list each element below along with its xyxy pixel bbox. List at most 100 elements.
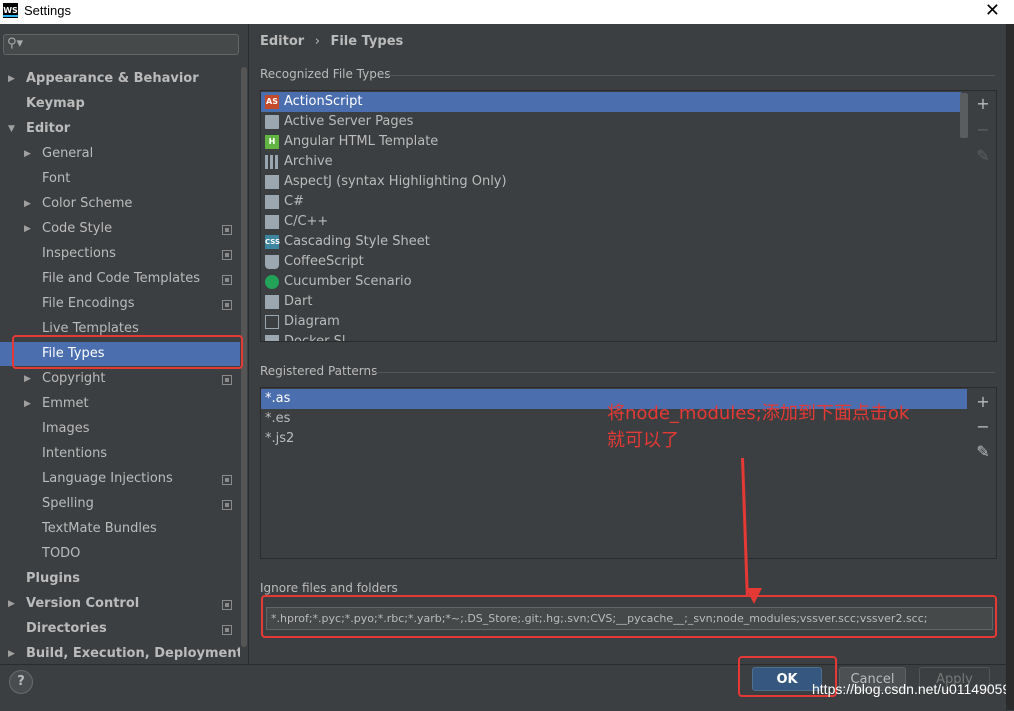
list-item[interactable]: H Angular HTML Template bbox=[261, 132, 961, 152]
sidebar-item-label: Directories bbox=[26, 621, 107, 636]
sidebar-item-editor[interactable]: ▼ Editor bbox=[0, 117, 240, 141]
sidebar-item-inspections[interactable]: Inspections bbox=[0, 242, 240, 266]
file-type-label: Active Server Pages bbox=[284, 114, 414, 129]
file-type-label: ActionScript bbox=[284, 94, 363, 109]
add-icon[interactable]: + bbox=[974, 392, 992, 411]
divider bbox=[385, 75, 995, 76]
remove-icon[interactable]: − bbox=[974, 417, 992, 436]
list-item[interactable]: C/C++ bbox=[261, 212, 961, 232]
chevron-right-icon: ▶ bbox=[24, 199, 31, 209]
diagram-icon bbox=[265, 315, 279, 329]
chevron-right-icon: ▶ bbox=[24, 399, 31, 409]
list-item[interactable]: C# bbox=[261, 192, 961, 212]
sidebar-item-copyright[interactable]: ▶ Copyright bbox=[0, 367, 240, 391]
file-type-label: Docker Sl... bbox=[284, 334, 358, 342]
sidebar-item-file-code-templates[interactable]: File and Code Templates bbox=[0, 267, 240, 291]
sidebar-item-general[interactable]: ▶ General bbox=[0, 142, 240, 166]
sidebar-item-spelling[interactable]: Spelling bbox=[0, 492, 240, 516]
sidebar-item-label: Build, Execution, Deployment bbox=[26, 646, 240, 661]
sidebar-item-images[interactable]: Images bbox=[0, 417, 240, 441]
coffeescript-icon bbox=[265, 255, 279, 269]
edit-icon[interactable]: ✎ bbox=[974, 146, 992, 165]
sidebar-item-label: Language Injections bbox=[42, 471, 173, 486]
list-item[interactable]: CSS Cascading Style Sheet bbox=[261, 232, 961, 252]
list-item[interactable]: Archive bbox=[261, 152, 961, 172]
file-icon bbox=[265, 115, 279, 129]
recognized-file-types-list[interactable]: AS ActionScript Active Server Pages H An… bbox=[260, 90, 997, 342]
sidebar-item-label: File and Code Templates bbox=[42, 271, 200, 286]
breadcrumb: Editor › File Types bbox=[260, 34, 403, 49]
project-settings-icon bbox=[222, 475, 232, 485]
webstorm-logo-icon: WS bbox=[3, 3, 18, 18]
file-type-label: Angular HTML Template bbox=[284, 134, 439, 149]
file-type-label: Diagram bbox=[284, 314, 340, 329]
file-type-label: C/C++ bbox=[284, 214, 329, 229]
sidebar-item-label: Spelling bbox=[42, 496, 94, 511]
sidebar-item-emmet[interactable]: ▶ Emmet bbox=[0, 392, 240, 416]
sidebar-item-label: General bbox=[42, 146, 94, 161]
help-button[interactable]: ? bbox=[9, 670, 33, 694]
sidebar-item-color-scheme[interactable]: ▶ Color Scheme bbox=[0, 192, 240, 216]
add-icon[interactable]: + bbox=[974, 94, 992, 113]
annotation-text: 将node_modules;添加到下面点击ok 就可以了 bbox=[607, 400, 967, 454]
sidebar-item-keymap[interactable]: Keymap bbox=[0, 92, 240, 116]
list-item[interactable]: Cucumber Scenario bbox=[261, 272, 961, 292]
sidebar-item-label: Images bbox=[42, 421, 90, 436]
sidebar-item-appearance[interactable]: ▶ Appearance & Behavior bbox=[0, 67, 240, 91]
sidebar-item-label: Copyright bbox=[42, 371, 106, 386]
chevron-right-icon: ▶ bbox=[24, 224, 31, 234]
sidebar-item-label: Plugins bbox=[26, 571, 80, 586]
file-icon bbox=[265, 195, 279, 209]
list-item[interactable]: AspectJ (syntax Highlighting Only) bbox=[261, 172, 961, 192]
sidebar-item-label: Code Style bbox=[42, 221, 113, 236]
list-item[interactable]: Dart bbox=[261, 292, 961, 312]
window-edge bbox=[1006, 24, 1014, 710]
sidebar-item-code-style[interactable]: ▶ Code Style bbox=[0, 217, 240, 241]
sidebar-item-label: Intentions bbox=[42, 446, 108, 461]
sidebar-item-intentions[interactable]: Intentions bbox=[0, 442, 240, 466]
edit-icon[interactable]: ✎ bbox=[974, 442, 992, 461]
annotation-line: 将node_modules;添加到下面点击ok bbox=[607, 403, 910, 424]
sidebar-item-font[interactable]: Font bbox=[0, 167, 240, 191]
breadcrumb-parent[interactable]: Editor bbox=[260, 34, 304, 49]
actionscript-icon: AS bbox=[265, 95, 279, 109]
pattern-label: *.js2 bbox=[265, 431, 295, 446]
sidebar-item-textmate[interactable]: TextMate Bundles bbox=[0, 517, 240, 541]
sidebar-item-build[interactable]: ▶ Build, Execution, Deployment bbox=[0, 642, 240, 664]
project-settings-icon bbox=[222, 300, 232, 310]
remove-icon[interactable]: − bbox=[974, 120, 992, 139]
list-scrollbar[interactable] bbox=[960, 93, 968, 138]
project-settings-icon bbox=[222, 225, 232, 235]
sidebar-item-label: TODO bbox=[42, 546, 81, 561]
list-item[interactable]: Diagram bbox=[261, 312, 961, 332]
list-item[interactable]: Docker Sl... bbox=[261, 332, 961, 342]
sidebar-item-label: Emmet bbox=[42, 396, 89, 411]
sidebar-item-file-encodings[interactable]: File Encodings bbox=[0, 292, 240, 316]
list-item[interactable]: Active Server Pages bbox=[261, 112, 961, 132]
watermark: https://blog.csdn.net/u011490595 bbox=[812, 681, 1014, 697]
sidebar-item-label: TextMate Bundles bbox=[42, 521, 157, 536]
project-settings-icon bbox=[222, 375, 232, 385]
recognized-label: Recognized File Types bbox=[260, 67, 391, 81]
file-type-label: AspectJ (syntax Highlighting Only) bbox=[284, 174, 507, 189]
html-icon: H bbox=[265, 135, 279, 149]
chevron-right-icon: ▶ bbox=[8, 74, 15, 84]
file-icon bbox=[265, 295, 279, 309]
list-item[interactable]: CoffeeScript bbox=[261, 252, 961, 272]
file-type-label: Cascading Style Sheet bbox=[284, 234, 430, 249]
project-settings-icon bbox=[222, 500, 232, 510]
sidebar-item-version-control[interactable]: ▶ Version Control bbox=[0, 592, 240, 616]
search-input[interactable]: ⚲▾ bbox=[3, 34, 239, 55]
sidebar-item-directories[interactable]: Directories bbox=[0, 617, 240, 641]
chevron-down-icon: ▼ bbox=[8, 124, 15, 134]
archive-icon bbox=[265, 155, 279, 169]
file-types-highlight bbox=[12, 335, 243, 369]
list-item[interactable]: AS ActionScript bbox=[261, 92, 961, 112]
close-icon[interactable]: ✕ bbox=[985, 0, 1000, 21]
breadcrumb-separator: › bbox=[314, 34, 320, 49]
sidebar-item-plugins[interactable]: Plugins bbox=[0, 567, 240, 591]
title-bar: WS Settings ✕ bbox=[0, 0, 1014, 24]
sidebar-item-label: Version Control bbox=[26, 596, 140, 611]
sidebar-item-todo[interactable]: TODO bbox=[0, 542, 240, 566]
sidebar-item-language-injections[interactable]: Language Injections bbox=[0, 467, 240, 491]
